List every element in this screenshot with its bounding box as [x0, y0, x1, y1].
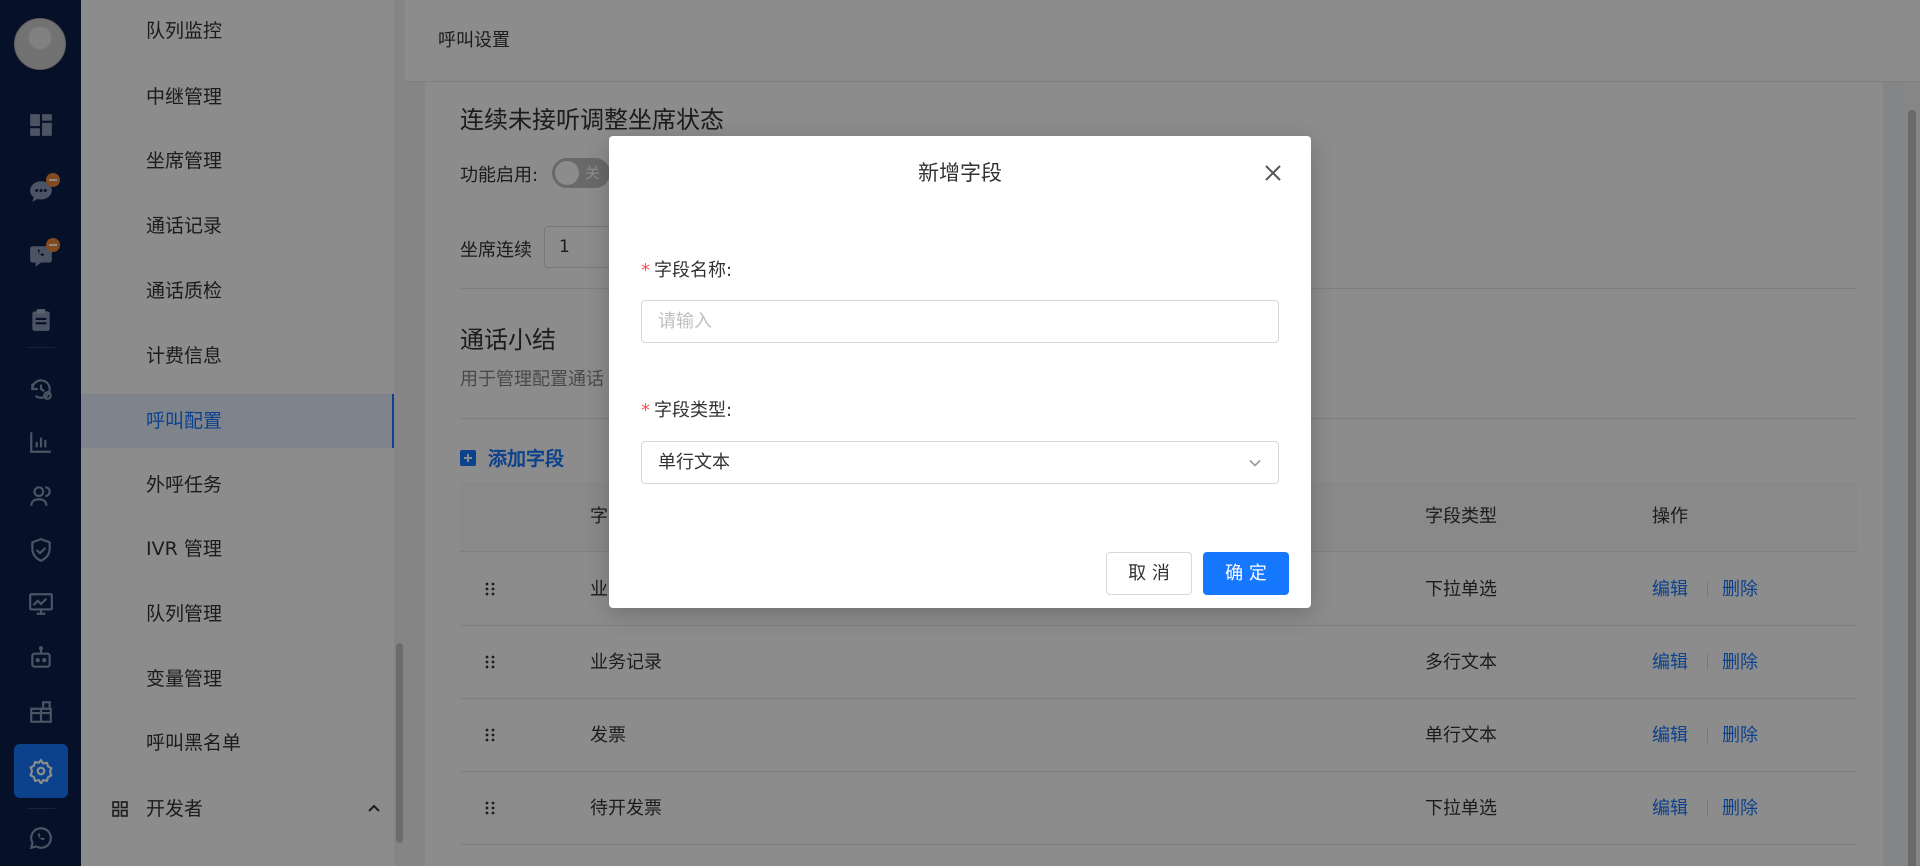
field-name-label-text: 字段名称:	[654, 260, 733, 281]
dialog-title: 新增字段	[918, 161, 1002, 185]
add-field-dialog: 新增字段 *字段名称: *字段类型: 单行文本 取 消 确 定	[609, 136, 1311, 608]
field-name-input[interactable]	[641, 300, 1279, 343]
chevron-down-icon	[1249, 459, 1261, 467]
confirm-button[interactable]: 确 定	[1203, 552, 1289, 595]
field-name-label: * 字段名称:	[641, 256, 732, 282]
field-type-value: 单行文本	[658, 452, 730, 473]
field-type-select[interactable]: 单行文本	[641, 441, 1279, 484]
field-type-label-text: 字段类型:	[654, 400, 733, 421]
field-type-label: * 字段类型:	[641, 396, 732, 422]
required-mark: *	[641, 260, 650, 281]
required-mark: *	[641, 400, 650, 421]
cancel-button[interactable]: 取 消	[1106, 552, 1192, 595]
close-icon[interactable]	[1263, 163, 1283, 183]
